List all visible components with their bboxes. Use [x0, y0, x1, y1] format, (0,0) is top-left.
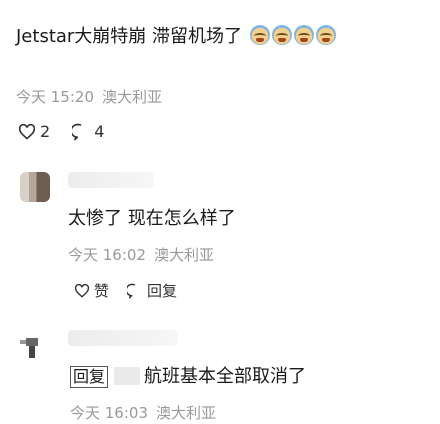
reply-button[interactable]: 回复: [127, 280, 177, 301]
reply-location: 澳大利亚: [156, 404, 217, 422]
crying-emoji-icon: [293, 25, 314, 45]
reply-meta: 今天 16:03 澳大利亚: [70, 402, 224, 423]
reply-label: 回复: [147, 282, 178, 300]
post-actions: 2 4: [18, 122, 104, 141]
reply-actions: 赞 回复: [74, 280, 177, 301]
reply-text: 航班基本全部取消了: [144, 366, 307, 387]
crying-emoji-icon: [271, 25, 292, 45]
post-text: Jetstar大崩特崩 滞留机场了: [16, 26, 243, 47]
post-time: 今天 15:20: [16, 88, 94, 106]
comment-count: 4: [94, 122, 105, 141]
emoji-row: [249, 25, 336, 45]
reply-text-row: 回复 航班基本全部取消了: [70, 362, 306, 388]
post-location: 澳大利亚: [102, 88, 163, 106]
crying-emoji-icon: [315, 25, 336, 45]
heart-icon: [18, 123, 36, 140]
post-meta: 今天 15:20 澳大利亚: [16, 86, 170, 107]
like-count: 2: [40, 122, 51, 141]
reply-time: 今天 16:02: [68, 246, 146, 264]
comment-button[interactable]: 4: [72, 122, 104, 141]
crying-emoji-icon: [249, 25, 270, 45]
avatar[interactable]: [20, 172, 50, 202]
like-label: 赞: [94, 282, 110, 300]
avatar[interactable]: [16, 330, 50, 360]
reply-location: 澳大利亚: [154, 246, 215, 264]
heart-icon: [74, 283, 90, 298]
username-redacted: [68, 330, 178, 346]
like-button[interactable]: 赞: [74, 280, 109, 301]
reply-text: 太惨了 现在怎么样了: [68, 208, 236, 229]
mention-redacted: [114, 367, 141, 385]
post-content: Jetstar大崩特崩 滞留机场了: [16, 22, 336, 48]
like-button[interactable]: 2: [18, 122, 50, 141]
username-redacted: [68, 172, 154, 188]
reply-tag[interactable]: 回复: [70, 366, 109, 388]
comment-icon: [127, 283, 136, 298]
reply-time: 今天 16:03: [70, 404, 148, 422]
reply-meta: 今天 16:02 澳大利亚: [68, 244, 222, 265]
comment-icon: [72, 123, 82, 140]
